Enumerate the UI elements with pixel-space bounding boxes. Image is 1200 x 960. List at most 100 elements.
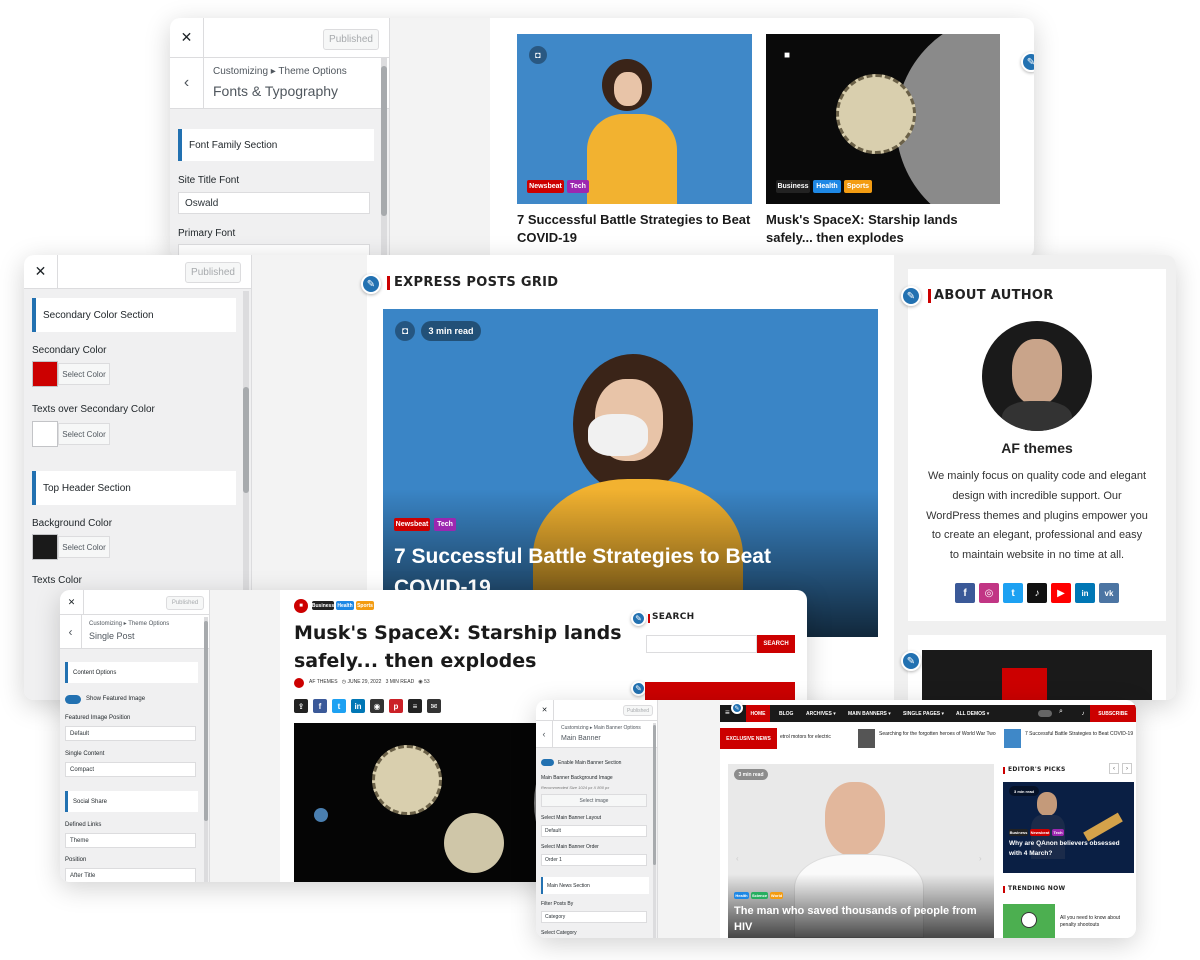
background-color-swatch[interactable] bbox=[32, 534, 58, 560]
search-button[interactable]: SEARCH bbox=[757, 635, 795, 653]
buffer-share-icon[interactable]: ≡ bbox=[408, 699, 422, 713]
tag-tech[interactable]: Tech bbox=[567, 180, 589, 193]
tag-health[interactable]: Health bbox=[734, 892, 749, 899]
tag-health[interactable]: Health bbox=[336, 601, 354, 610]
tag-business[interactable]: Business bbox=[312, 601, 334, 610]
nav-home[interactable]: HOME bbox=[746, 705, 770, 722]
edit-pencil-icon[interactable]: ✎ bbox=[1021, 52, 1034, 72]
main-banner-image[interactable]: 3 min read ‹ › Health Science World The … bbox=[728, 764, 994, 938]
search-input[interactable] bbox=[646, 635, 757, 653]
facebook-share-icon[interactable]: f bbox=[313, 699, 327, 713]
top-header-section[interactable]: Top Header Section bbox=[32, 471, 236, 505]
font-family-section[interactable]: Font Family Section bbox=[178, 129, 374, 161]
express-featured-image[interactable]: ◘ 3 min read Newsbeat Tech 7 Successful … bbox=[383, 309, 878, 637]
select-color-button[interactable]: Select Color bbox=[58, 536, 110, 558]
filter-select[interactable]: Category bbox=[541, 911, 647, 923]
dark-mode-toggle[interactable] bbox=[1038, 710, 1052, 717]
twitter-icon[interactable]: t bbox=[1003, 583, 1023, 603]
meta-author[interactable]: AF THEMES bbox=[309, 679, 338, 685]
content-options-section[interactable]: Content Options bbox=[65, 662, 198, 683]
pinterest-share-icon[interactable]: p bbox=[389, 699, 403, 713]
social-share-section[interactable]: Social Share bbox=[65, 791, 198, 812]
editors-pick-headline[interactable]: Why are QAnon believers obsessed with 4 … bbox=[1009, 839, 1129, 859]
email-share-icon[interactable]: ✉ bbox=[427, 699, 441, 713]
search-icon[interactable]: ⌕ bbox=[1059, 708, 1063, 716]
tiktok-icon[interactable]: ♪ bbox=[1027, 583, 1047, 603]
secondary-color-section[interactable]: Secondary Color Section bbox=[32, 298, 236, 332]
show-featured-image-toggle[interactable] bbox=[65, 695, 81, 704]
reddit-share-icon[interactable]: ◉ bbox=[370, 699, 384, 713]
back-arrow-icon[interactable]: ‹ bbox=[170, 58, 204, 108]
main-news-section[interactable]: Main News Section bbox=[541, 877, 649, 894]
secondary-color-swatch[interactable] bbox=[32, 361, 58, 387]
edit-pencil-icon[interactable]: ✎ bbox=[361, 274, 381, 294]
close-icon[interactable]: ✕ bbox=[24, 255, 58, 288]
tag-business[interactable]: Business bbox=[1009, 829, 1028, 836]
published-button[interactable]: Published bbox=[323, 29, 379, 50]
linkedin-icon[interactable]: in bbox=[1075, 583, 1095, 603]
edit-pencil-icon[interactable]: ✎ bbox=[901, 286, 921, 306]
tag-sports[interactable]: Sports bbox=[844, 180, 872, 193]
card-image-mask-woman[interactable]: ◘ Newsbeat Tech bbox=[517, 34, 752, 204]
select-image-button[interactable]: Select image bbox=[541, 794, 647, 807]
facebook-icon[interactable]: f bbox=[955, 583, 975, 603]
twitter-share-icon[interactable]: t bbox=[332, 699, 346, 713]
select-color-button[interactable]: Select Color bbox=[58, 423, 110, 445]
close-icon[interactable]: ✕ bbox=[536, 700, 554, 720]
ticker-item[interactable]: etrol motors for electric bbox=[780, 734, 858, 740]
ticker-item[interactable]: 7 Successful Battle Strategies to Beat C… bbox=[1025, 731, 1135, 738]
trending-thumb[interactable] bbox=[1003, 904, 1055, 938]
scrollbar[interactable] bbox=[653, 723, 656, 938]
select-color-button[interactable]: Select Color bbox=[58, 363, 110, 385]
nav-single-pages[interactable]: SINGLE PAGES ▾ bbox=[903, 711, 944, 717]
published-button[interactable]: Published bbox=[623, 705, 653, 716]
edit-pencil-icon[interactable]: ✎ bbox=[631, 681, 646, 696]
trending-headline[interactable]: All you need to know about penalty shoot… bbox=[1060, 915, 1134, 929]
tag-health[interactable]: Health bbox=[813, 180, 841, 193]
edit-pencil-icon[interactable]: ✎ bbox=[731, 702, 743, 714]
card1-title[interactable]: 7 Successful Battle Strategies to Beat C… bbox=[517, 211, 752, 247]
back-arrow-icon[interactable]: ‹ bbox=[60, 615, 82, 648]
single-content-select[interactable]: Compact bbox=[65, 762, 196, 777]
scrollbar[interactable] bbox=[204, 617, 208, 882]
published-button[interactable]: Published bbox=[185, 262, 241, 283]
prev-arrow-icon[interactable]: ‹ bbox=[1109, 763, 1119, 774]
tag-tech[interactable]: Tech bbox=[1052, 829, 1064, 836]
youtube-icon[interactable]: ▶ bbox=[1051, 583, 1071, 603]
tag-newsbeat[interactable]: Newsbeat bbox=[394, 518, 430, 531]
banner-headline[interactable]: The man who saved thousands of people fr… bbox=[734, 903, 994, 935]
close-icon[interactable]: ✕ bbox=[60, 590, 84, 614]
published-button[interactable]: Published bbox=[166, 596, 204, 610]
linkedin-share-icon[interactable]: in bbox=[351, 699, 365, 713]
share-icon[interactable]: ⇪ bbox=[294, 699, 308, 713]
featured-image-position-select[interactable]: Default bbox=[65, 726, 196, 741]
vk-icon[interactable]: vk bbox=[1099, 583, 1119, 603]
close-icon[interactable]: ✕ bbox=[170, 18, 204, 57]
order-select[interactable]: Order 1 bbox=[541, 854, 647, 866]
edit-pencil-icon[interactable]: ✎ bbox=[631, 611, 646, 626]
enable-main-banner-toggle[interactable] bbox=[541, 759, 554, 766]
tag-newsbeat[interactable]: Newsbeat bbox=[527, 180, 564, 193]
tag-sports[interactable]: Sports bbox=[356, 601, 374, 610]
edit-pencil-icon[interactable]: ✎ bbox=[901, 651, 921, 671]
tag-world[interactable]: World bbox=[770, 892, 783, 899]
nav-blog[interactable]: BLOG bbox=[779, 711, 793, 717]
next-arrow-icon[interactable]: › bbox=[1122, 763, 1132, 774]
site-title-font-select[interactable]: Oswald bbox=[178, 192, 370, 214]
menu-icon[interactable]: ≡ bbox=[725, 708, 730, 717]
tag-newsbeat[interactable]: Newsbeat bbox=[1030, 829, 1050, 836]
ticker-item[interactable]: Searching for the forgotten heroes of Wo… bbox=[879, 731, 1003, 738]
layout-select[interactable]: Default bbox=[541, 825, 647, 837]
card-image-spacex[interactable]: ■ Business Health Sports bbox=[766, 34, 1000, 204]
tag-tech[interactable]: Tech bbox=[434, 518, 456, 531]
next-arrow-icon[interactable]: › bbox=[979, 854, 982, 863]
subscribe-button[interactable]: SUBSCRIBE bbox=[1090, 705, 1136, 722]
tag-business[interactable]: Business bbox=[776, 180, 810, 193]
nav-all-demos[interactable]: ALL DEMOS ▾ bbox=[956, 711, 989, 717]
bell-icon[interactable]: ♪ bbox=[1076, 705, 1090, 722]
tag-science[interactable]: Science bbox=[751, 892, 768, 899]
editors-pick-image[interactable]: 3 min read Business Newsbeat Tech Why ar… bbox=[1003, 782, 1134, 873]
scrollbar[interactable] bbox=[381, 58, 387, 258]
prev-arrow-icon[interactable]: ‹ bbox=[736, 854, 739, 863]
position-select[interactable]: After Title bbox=[65, 868, 196, 882]
